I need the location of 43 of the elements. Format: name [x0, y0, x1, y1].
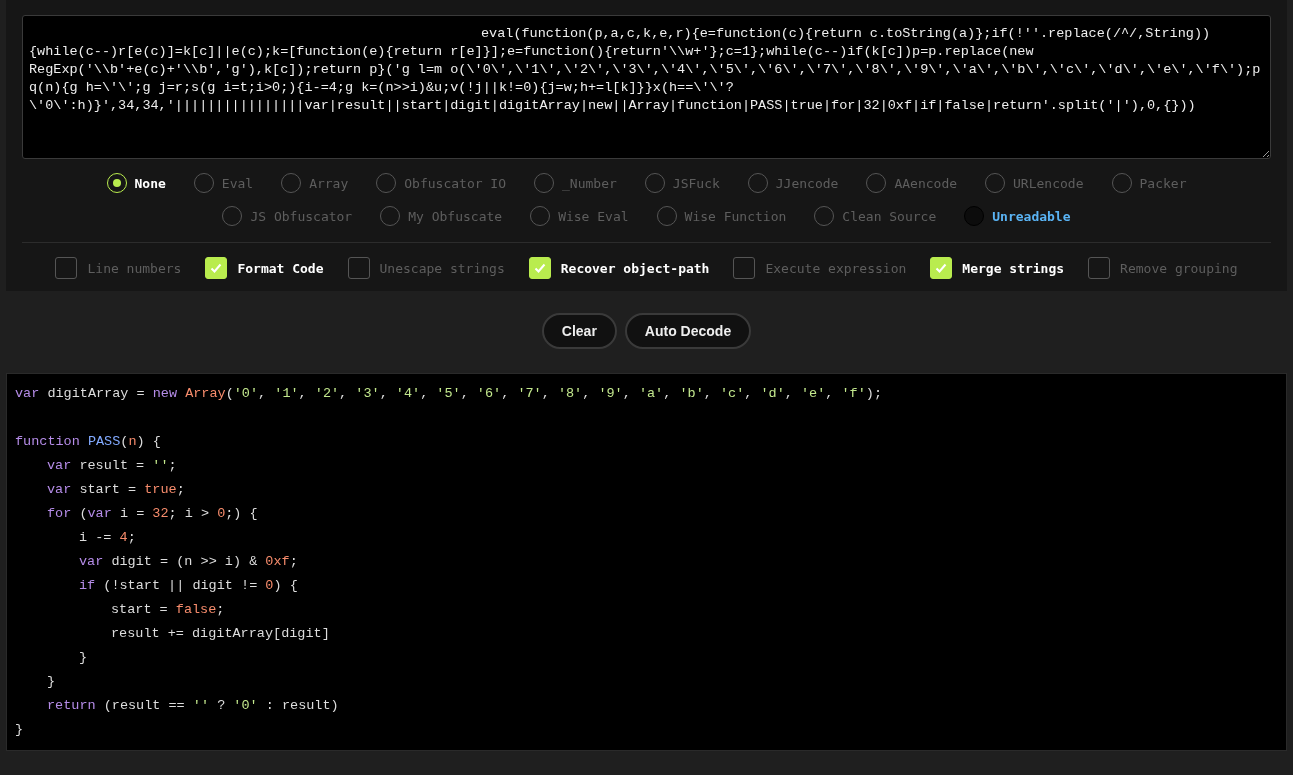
code-line: var digit = (n >> i) & 0xf;: [79, 553, 299, 571]
code-line: for (var i = 32; i > 0;) {: [47, 505, 259, 523]
code-line: var digitArray = new Array('0', '1', '2', '3', '4', '5', '6', '7', '8', '9', 'a', 'b', 'c', 'd', 'e', 'f');: [15, 385, 883, 403]
action-button[interactable]: Clear: [541, 313, 617, 349]
option-checkbox[interactable]: Format Code: [205, 257, 324, 279]
option-checkbox[interactable]: Line numbers: [55, 257, 182, 279]
decoder-radio-option[interactable]: Wise Function: [656, 206, 787, 226]
decoder-radio-option[interactable]: AAencode: [866, 173, 958, 193]
code-line: if (!start || digit != 0) {: [79, 577, 299, 595]
check-icon: [209, 261, 224, 275]
option-checkbox[interactable]: Execute expression: [733, 257, 907, 279]
decoder-radio-option[interactable]: Unreadable: [964, 206, 1071, 226]
decoder-radio-option[interactable]: Wise Eval: [530, 206, 629, 226]
option-checkbox[interactable]: Recover object-path: [528, 257, 710, 279]
decoder-radio-option[interactable]: None: [106, 173, 166, 193]
option-checkbox[interactable]: Unescape strings: [347, 257, 505, 279]
decoder-radio-option[interactable]: JS Obfuscator: [222, 206, 353, 226]
option-checkbox[interactable]: Remove grouping: [1088, 257, 1238, 279]
decoder-radio-option[interactable]: Obfuscator IO: [376, 173, 507, 193]
option-checkbox[interactable]: Merge strings: [930, 257, 1065, 279]
code-line: i -= 4;: [79, 529, 137, 547]
decoder-radio-option[interactable]: JJencode: [747, 173, 839, 193]
code-line: start = false;: [111, 601, 226, 619]
code-input-field[interactable]: eval(function(p,a,c,k,e,r){e=function(c){return c.toString(a)};if(!''.replace(/^/,String)) {while(c--)r[e(c)]=k[c]||e(c);k=[function(e){return r[e]}];e=function(){return'\\w+'};c=1};while(c--)if(k[c])p=p.replace(new RegExp('\\b'+e(c)+'\\b','g'),k[c]);return p}('g l=m o(\'0\',\'1\',\'2\',\'3\',\'4\',\'5\',\'6\',\'7\',\'8\',\'9\',\'a\',\'b\',\'c\',\'d\',\'e\',\'f\');p q(n){g h=\'\';g j=r;s(g i=t;i>0;){i-=4;g k=(n>>i)&u;v(!j||k!=0){j=w;h+=l[k]}}x(h==\'\'? \'0\':h)}',34,34,'||||||||||||||||var|result||start|digit|digitArray|new||Array|function|PASS|true|for|32|0xf|if|false|return'.split('|'),0,{})): [22, 15, 1271, 159]
decoder-radio-option[interactable]: Array: [281, 173, 349, 193]
code-line: var result = '';: [47, 457, 178, 475]
code-line: function PASS(n) {: [15, 433, 162, 451]
code-line: result += digitArray[digit]: [111, 625, 331, 643]
decoder-radio-option[interactable]: Packer: [1111, 173, 1187, 193]
decoder-radio-option[interactable]: Eval: [193, 173, 254, 193]
check-icon: [934, 261, 949, 275]
decoder-radio-option[interactable]: _Number: [534, 173, 617, 193]
code-line: var start = true;: [47, 481, 186, 499]
decoder-radio-option[interactable]: JSFuck: [644, 173, 720, 193]
action-button[interactable]: Auto Decode: [624, 313, 752, 349]
code-line: }: [79, 649, 89, 667]
decoder-radio-option[interactable]: Clean Source: [814, 206, 937, 226]
code-line: }: [47, 673, 57, 691]
code-line: }: [15, 721, 25, 739]
decoder-radio-option[interactable]: URLencode: [985, 173, 1084, 193]
check-icon: [532, 261, 547, 275]
code-line: return (result == '' ? '0' : result): [47, 697, 340, 715]
decoder-radio-option[interactable]: My Obfuscate: [380, 206, 503, 226]
